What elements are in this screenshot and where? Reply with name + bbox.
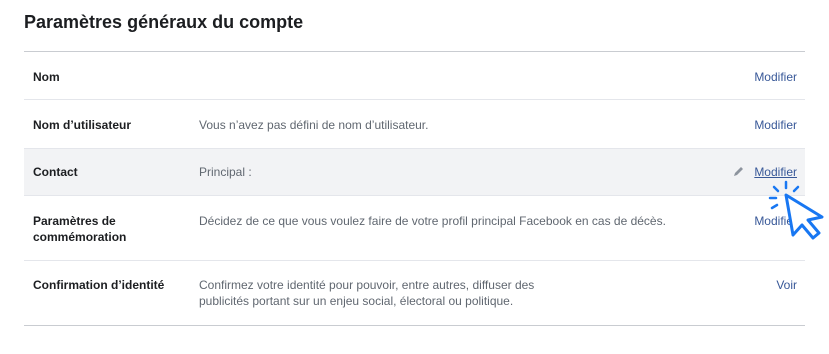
row-username: Nom d’utilisateur Vous n’avez pas défini…: [24, 99, 805, 148]
row-memorialization: Paramètres de commémoration Décidez de c…: [24, 195, 805, 260]
row-content: Décidez de ce que vous voulez faire de v…: [199, 214, 666, 228]
row-label: Confirmation d’identité: [33, 278, 165, 292]
pencil-icon: [734, 167, 743, 176]
row-name: Nom Modifier: [24, 52, 805, 99]
settings-table: Nom Modifier Nom d’utilisateur Vous n’av…: [24, 51, 805, 326]
page-title: Paramètres généraux du compte: [24, 12, 304, 32]
view-identity-button[interactable]: Voir: [776, 277, 797, 293]
row-content: Principal :: [199, 165, 252, 179]
row-content: Vous n’avez pas défini de nom d’utilisat…: [199, 118, 429, 132]
edit-name-button[interactable]: Modifier: [754, 69, 797, 85]
row-content: Confirmez votre identité pour pouvoir, e…: [199, 278, 535, 308]
row-identity: Confirmation d’identité Confirmez votre …: [24, 260, 805, 325]
edit-contact-button[interactable]: Modifier: [754, 164, 797, 180]
row-label: Nom: [33, 70, 60, 84]
row-label: Nom d’utilisateur: [33, 118, 132, 132]
row-contact: Contact Principal : Modifier: [24, 148, 805, 195]
edit-username-button[interactable]: Modifier: [754, 117, 797, 133]
row-label: Paramètres de commémoration: [33, 214, 127, 244]
row-label: Contact: [33, 165, 78, 179]
edit-memorialization-button[interactable]: Modifier: [754, 213, 797, 229]
